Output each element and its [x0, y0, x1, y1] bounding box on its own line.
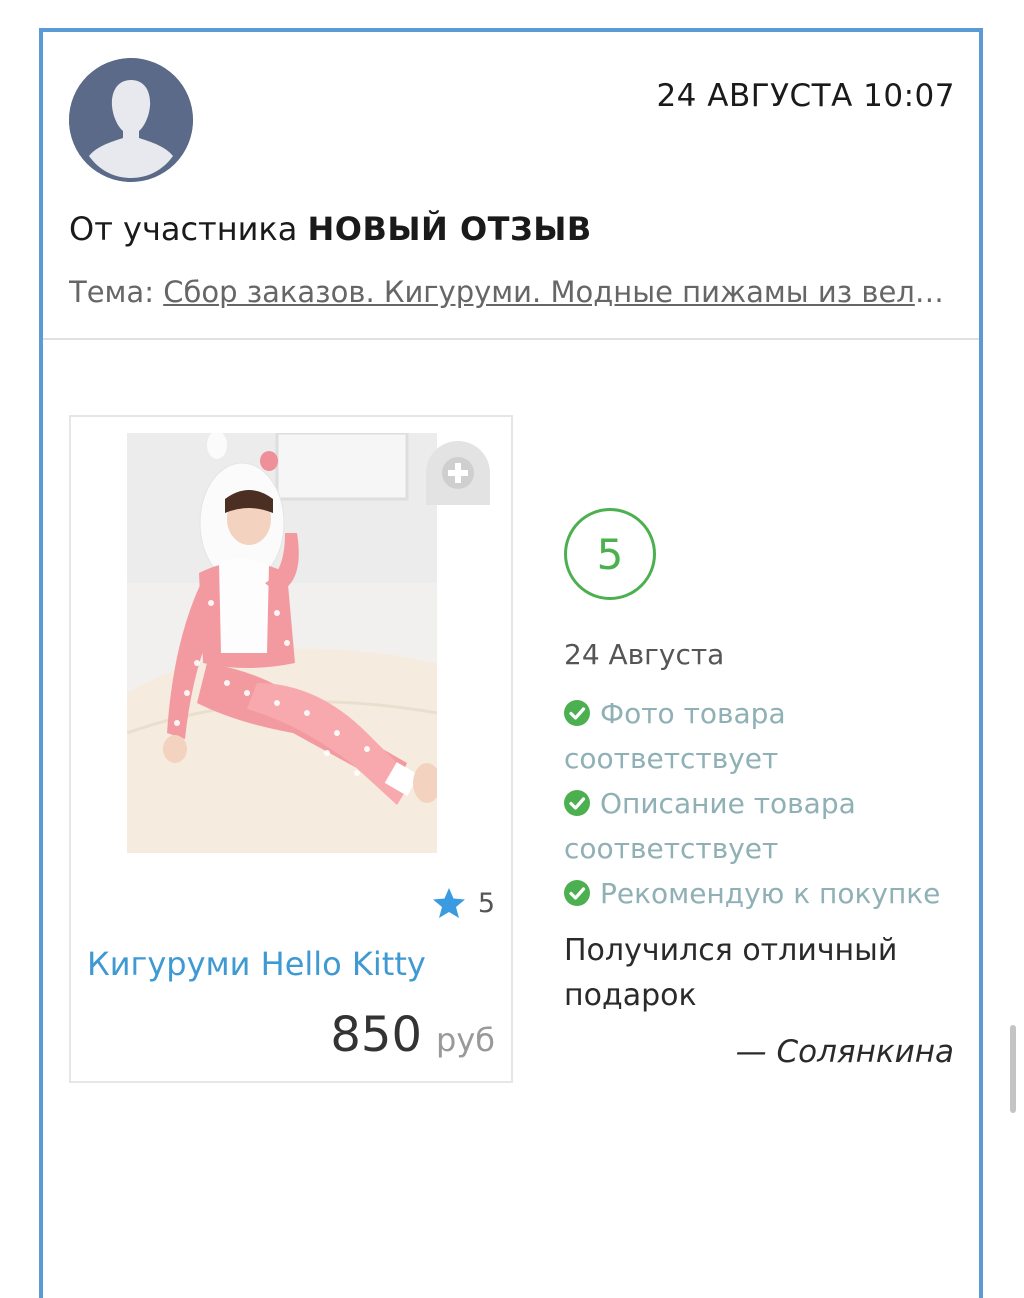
review-date: 24 Августа	[564, 638, 725, 671]
check-circle-icon	[564, 790, 590, 816]
review-author: — Солянкина	[735, 1034, 954, 1070]
product-card[interactable]: 5 Кигуруми Hello Kitty 850 руб	[69, 415, 513, 1083]
topic-line: Тема: Сбор заказов. Кигуруми. Модные пиж…	[69, 275, 959, 309]
product-image	[127, 433, 437, 853]
review-card-frame: 24 АВГУСТА 10:07 От участника НОВЫЙ ОТЗЫ…	[39, 28, 983, 1298]
product-price: 850 руб	[330, 1007, 495, 1063]
check-circle-icon	[564, 880, 590, 906]
user-silhouette-icon	[69, 58, 193, 182]
user-avatar[interactable]	[69, 58, 193, 182]
header-divider	[43, 338, 979, 340]
post-timestamp: 24 АВГУСТА 10:07	[656, 78, 955, 114]
topic-link[interactable]: Сбор заказов. Кигуруми. Модные пижамы из…	[163, 275, 959, 309]
review-comment: Получился отличный подарок	[564, 933, 898, 1013]
from-username[interactable]: НОВЫЙ ОТЗЫВ	[308, 210, 592, 248]
check-circle-icon	[564, 700, 590, 726]
review-checks: Фото товара соответствует Описание товар…	[564, 691, 964, 916]
product-rating: 5	[432, 887, 495, 919]
check-recommend: Рекомендую к покупке	[564, 871, 964, 916]
check-photo-matches: Фото товара соответствует	[564, 691, 964, 781]
check-description-matches: Описание товара соответствует	[564, 781, 964, 871]
product-rating-value: 5	[477, 887, 495, 919]
product-name-link[interactable]: Кигуруми Hello Kitty	[87, 945, 426, 983]
from-prefix: От участника	[69, 210, 298, 248]
from-line: От участника НОВЫЙ ОТЗЫВ	[69, 210, 592, 248]
star-icon	[432, 888, 465, 918]
review-panel: 5 24 Августа Фото товара соответствует О…	[564, 508, 964, 1070]
plus-icon	[426, 441, 490, 505]
review-score-badge: 5	[564, 508, 656, 600]
product-photo[interactable]	[127, 433, 437, 853]
vertical-scrollbar[interactable]	[1010, 1025, 1016, 1113]
check-label: Фото товара соответствует	[564, 697, 786, 775]
price-value: 850	[330, 1007, 423, 1063]
add-to-cart-button[interactable]	[426, 441, 490, 505]
price-currency: руб	[436, 1021, 495, 1059]
topic-label: Тема:	[69, 275, 154, 309]
check-label: Рекомендую к покупке	[600, 877, 941, 910]
check-label: Описание товара соответствует	[564, 787, 856, 865]
